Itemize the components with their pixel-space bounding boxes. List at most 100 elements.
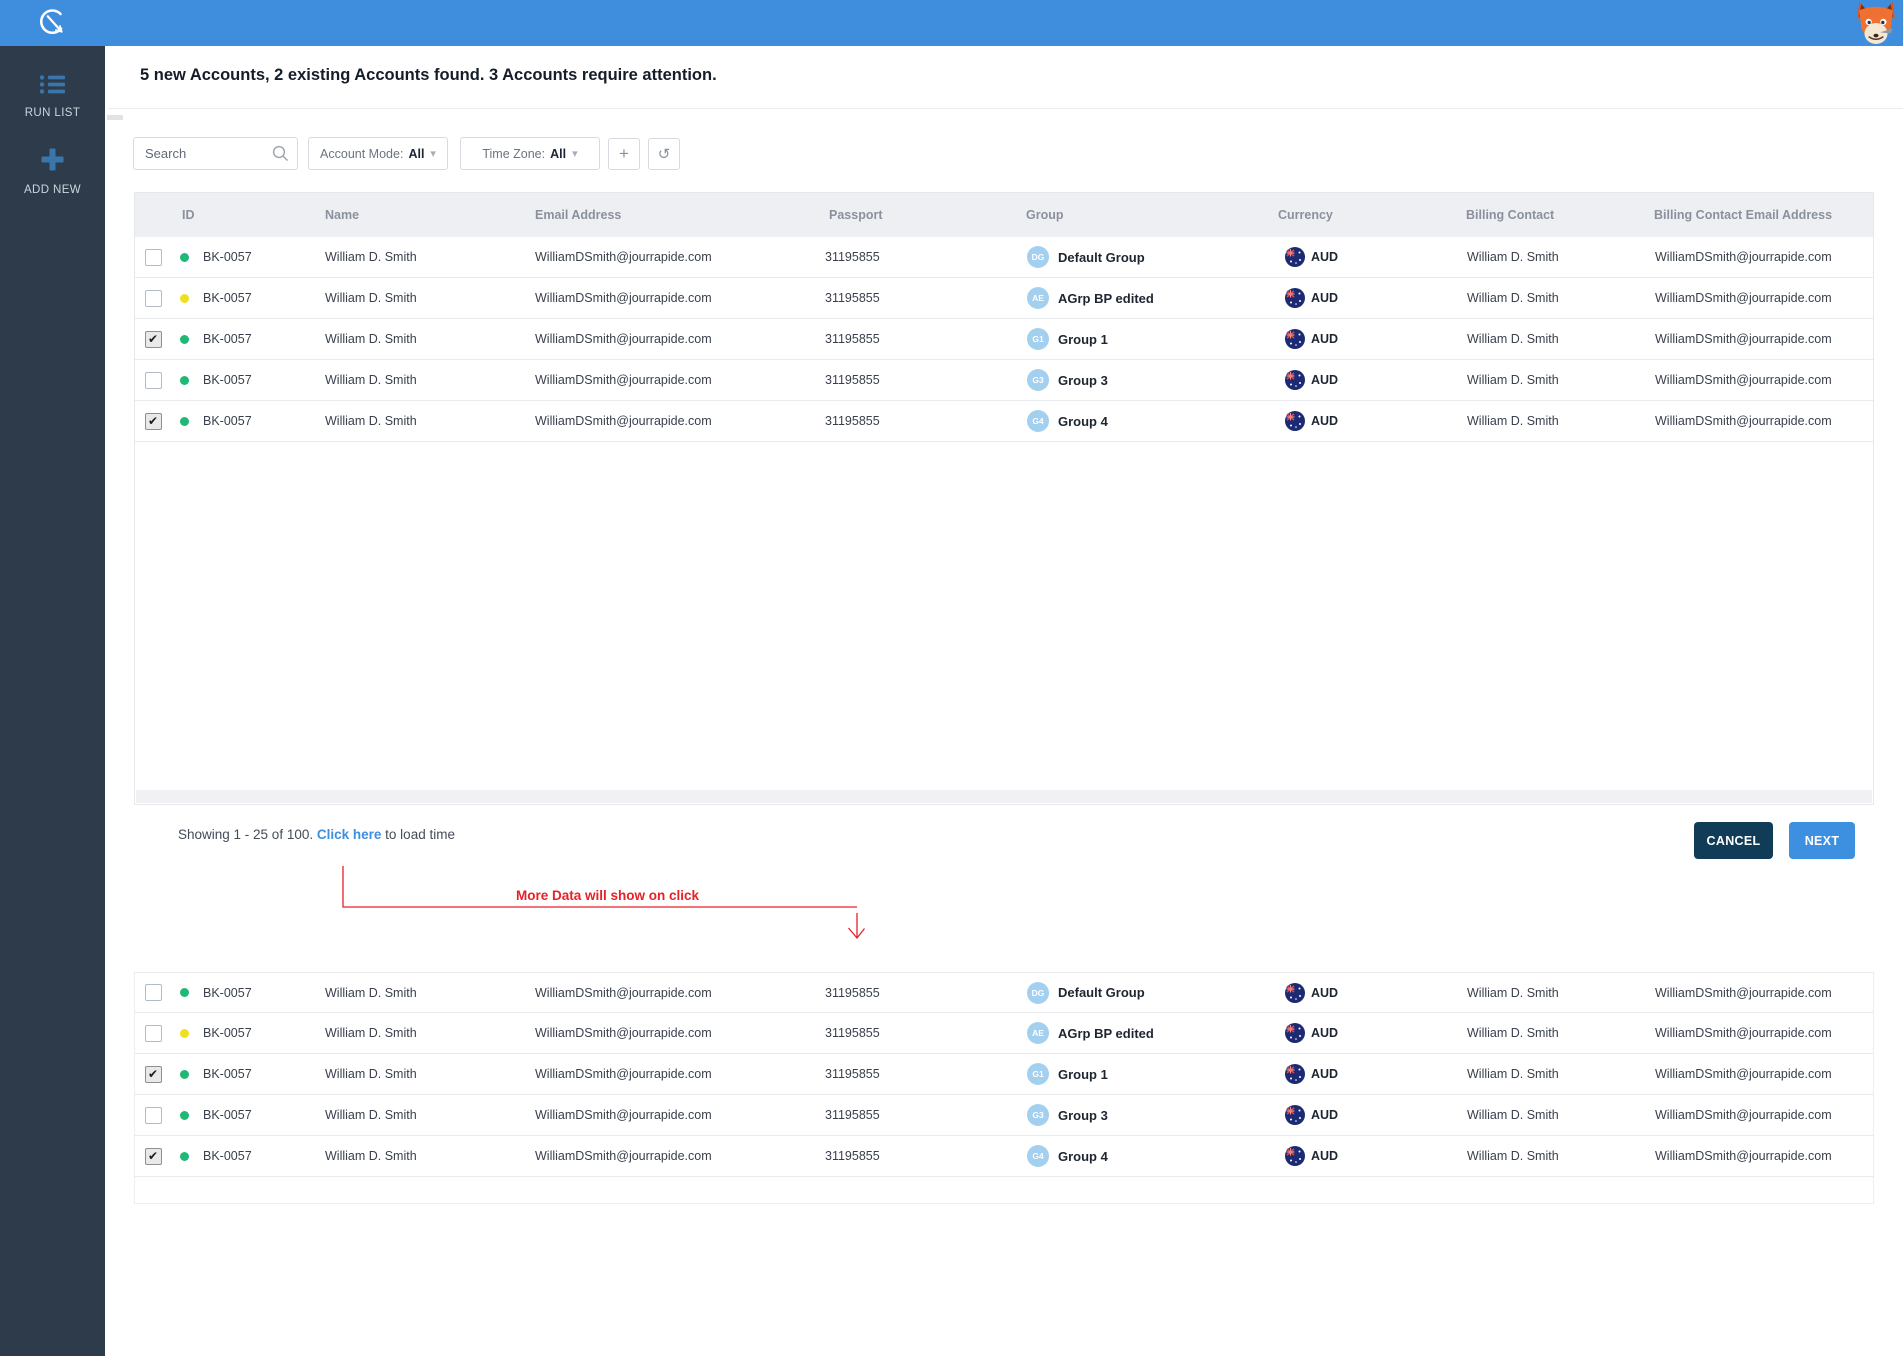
cell-id: BK-0057: [197, 414, 319, 428]
table-row[interactable]: BK-0057William D. SmithWilliamDSmith@jou…: [135, 237, 1873, 278]
cell-currency: AUD: [1269, 370, 1449, 390]
time-zone-dropdown[interactable]: Time Zone: All ▾: [460, 137, 600, 170]
chevron-down-icon: ▾: [430, 147, 436, 160]
cancel-button[interactable]: CANCEL: [1694, 822, 1773, 859]
table-body: BK-0057William D. SmithWilliamDSmith@jou…: [135, 237, 1873, 442]
cell-passport: 31195855: [819, 1149, 1019, 1163]
cell-group: G1Group 1: [1019, 1063, 1269, 1085]
cell-email: WilliamDSmith@jourrapide.com: [529, 373, 819, 387]
status-dot: [180, 376, 189, 385]
cell-email: WilliamDSmith@jourrapide.com: [529, 986, 819, 1000]
divider: [108, 108, 1903, 109]
cell-group: DGDefault Group: [1019, 246, 1269, 268]
cell-billing-email: WilliamDSmith@jourrapide.com: [1635, 1067, 1873, 1081]
scroll-notch: [107, 115, 123, 120]
cell-name: William D. Smith: [319, 414, 529, 428]
table-row[interactable]: ✔BK-0057William D. SmithWilliamDSmith@jo…: [135, 401, 1873, 442]
cell-billing-contact: William D. Smith: [1449, 250, 1635, 264]
chevron-down-icon: ▾: [572, 147, 578, 160]
cell-currency: AUD: [1269, 411, 1449, 431]
sidebar-item-add-new[interactable]: ADD NEW: [0, 147, 105, 196]
cell-id: BK-0057: [197, 373, 319, 387]
row-checkbox[interactable]: [145, 290, 162, 307]
row-checkbox[interactable]: [145, 1107, 162, 1124]
row-checkbox[interactable]: [145, 1025, 162, 1042]
table-row[interactable]: BK-0057William D. SmithWilliamDSmith@jou…: [135, 360, 1873, 401]
aud-flag-icon: [1285, 1064, 1305, 1084]
cell-group: G3Group 3: [1019, 1104, 1269, 1126]
status-dot: [180, 417, 189, 426]
cell-email: WilliamDSmith@jourrapide.com: [529, 332, 819, 346]
aud-flag-icon: [1285, 247, 1305, 267]
cell-group: G4Group 4: [1019, 1145, 1269, 1167]
cell-group: DGDefault Group: [1019, 982, 1269, 1004]
showing-text: Showing 1 - 25 of 100.: [178, 827, 313, 842]
row-checkbox[interactable]: [145, 372, 162, 389]
cell-billing-contact: William D. Smith: [1449, 1149, 1635, 1163]
cell-billing-email: WilliamDSmith@jourrapide.com: [1635, 291, 1873, 305]
row-checkbox[interactable]: ✔: [145, 331, 162, 348]
search-box: [133, 137, 298, 170]
account-mode-label: Account Mode:: [320, 147, 403, 161]
aud-flag-icon: [1285, 983, 1305, 1003]
cell-name: William D. Smith: [319, 250, 529, 264]
cell-currency: AUD: [1269, 1105, 1449, 1125]
cell-billing-email: WilliamDSmith@jourrapide.com: [1635, 986, 1873, 1000]
table-row[interactable]: BK-0057William D. SmithWilliamDSmith@jou…: [135, 278, 1873, 319]
table-row[interactable]: BK-0057William D. SmithWilliamDSmith@jou…: [135, 972, 1873, 1013]
row-checkbox[interactable]: ✔: [145, 1066, 162, 1083]
next-button[interactable]: NEXT: [1789, 822, 1855, 859]
cell-billing-email: WilliamDSmith@jourrapide.com: [1635, 414, 1873, 428]
cell-group: G4Group 4: [1019, 410, 1269, 432]
cell-billing-email: WilliamDSmith@jourrapide.com: [1635, 1149, 1873, 1163]
app-logo[interactable]: [0, 0, 105, 46]
reset-button[interactable]: ↺: [648, 138, 680, 170]
row-checkbox[interactable]: [145, 249, 162, 266]
row-checkbox[interactable]: [145, 984, 162, 1001]
row-checkbox[interactable]: ✔: [145, 1148, 162, 1165]
aud-flag-icon: [1285, 1023, 1305, 1043]
add-filter-button[interactable]: +: [608, 138, 640, 170]
cell-billing-email: WilliamDSmith@jourrapide.com: [1635, 1026, 1873, 1040]
cell-id: BK-0057: [197, 986, 319, 1000]
cell-group: G1Group 1: [1019, 328, 1269, 350]
sidebar-item-run-list[interactable]: RUN LIST: [0, 74, 105, 119]
aud-flag-icon: [1285, 1146, 1305, 1166]
cell-group: AEAGrp BP edited: [1019, 287, 1269, 309]
cell-currency: AUD: [1269, 1023, 1449, 1043]
col-group: Group: [1019, 208, 1269, 222]
table-row[interactable]: BK-0057William D. SmithWilliamDSmith@jou…: [135, 1095, 1873, 1136]
group-badge-icon: DG: [1027, 246, 1049, 268]
page-message: 5 new Accounts, 2 existing Accounts foun…: [140, 66, 717, 85]
table-row[interactable]: ✔BK-0057William D. SmithWilliamDSmith@jo…: [135, 1054, 1873, 1095]
col-billing-email: Billing Contact Email Address: [1635, 208, 1873, 222]
run-list-label: RUN LIST: [0, 107, 105, 119]
cell-id: BK-0057: [197, 1149, 319, 1163]
plus-icon: [40, 147, 65, 172]
cell-currency: AUD: [1269, 983, 1449, 1003]
cell-email: WilliamDSmith@jourrapide.com: [529, 1026, 819, 1040]
search-input[interactable]: [145, 146, 272, 161]
row-checkbox[interactable]: ✔: [145, 413, 162, 430]
table-row[interactable]: ✔BK-0057William D. SmithWilliamDSmith@jo…: [135, 319, 1873, 360]
cell-billing-contact: William D. Smith: [1449, 1108, 1635, 1122]
cell-billing-contact: William D. Smith: [1449, 414, 1635, 428]
cell-passport: 31195855: [819, 414, 1019, 428]
cell-id: BK-0057: [197, 1108, 319, 1122]
account-mode-dropdown[interactable]: Account Mode: All ▾: [308, 137, 448, 170]
cell-name: William D. Smith: [319, 373, 529, 387]
top-bar: [0, 0, 1903, 46]
aud-flag-icon: [1285, 411, 1305, 431]
horizontal-scrollbar[interactable]: [136, 790, 1872, 803]
filter-bar: Account Mode: All ▾ Time Zone: All ▾ + ↺: [133, 137, 688, 170]
cell-id: BK-0057: [197, 291, 319, 305]
cell-email: WilliamDSmith@jourrapide.com: [529, 291, 819, 305]
cell-group: AEAGrp BP edited: [1019, 1022, 1269, 1044]
showing-suffix: to load time: [385, 827, 455, 842]
status-dot: [180, 1111, 189, 1120]
table-row[interactable]: ✔ BK-0057 William D. SmithWilliamDSmith@jo…: [135, 1136, 1873, 1177]
table-row[interactable]: BK-0057William D. SmithWilliamDSmith@jou…: [135, 1013, 1873, 1054]
click-here-link[interactable]: Click here: [317, 827, 382, 842]
status-dot: [180, 1152, 189, 1161]
main-content: 5 new Accounts, 2 existing Accounts foun…: [105, 46, 1903, 1356]
